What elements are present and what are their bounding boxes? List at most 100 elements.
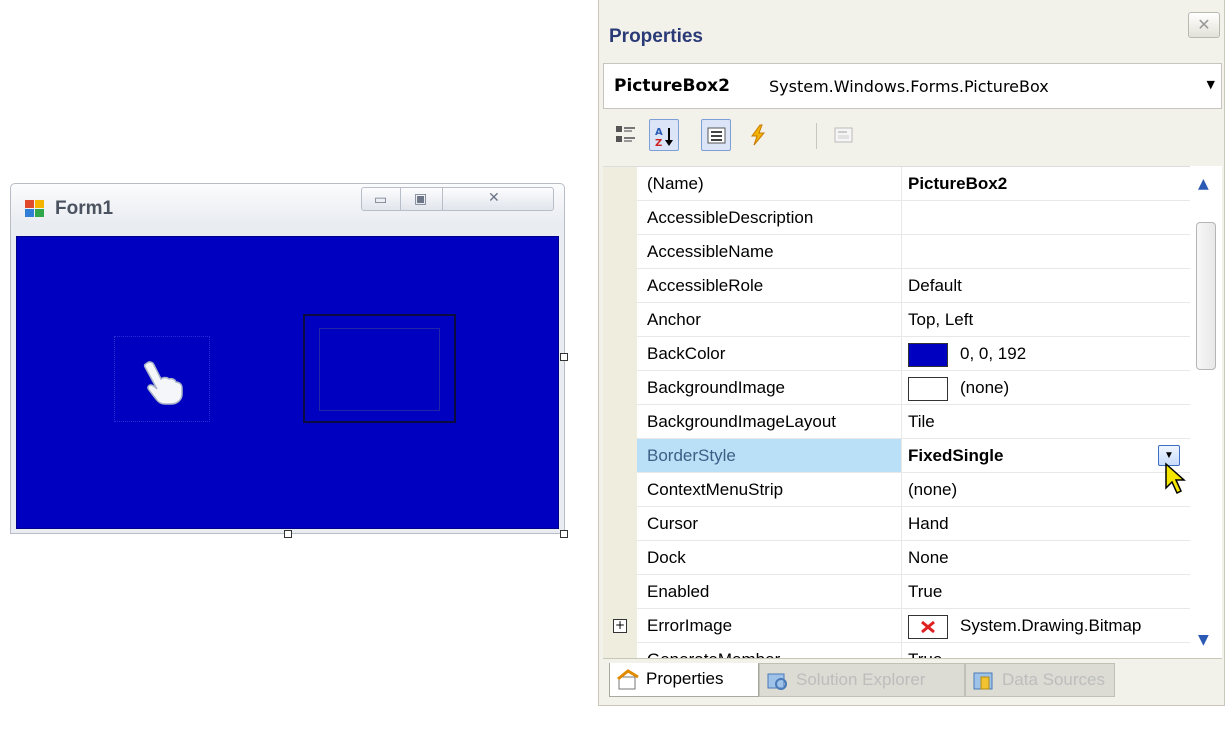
properties-view-button[interactable] [701,119,731,151]
close-button[interactable]: ✕ [442,187,554,211]
property-row[interactable]: Enabled True [603,575,1190,609]
solution-explorer-icon [767,673,787,690]
scroll-down-arrow-icon[interactable]: ▼ [1198,632,1209,648]
property-value-text: Top, Left [908,310,974,329]
property-value[interactable]: Default [902,269,1190,303]
expand-icon[interactable]: + [613,619,627,633]
minimize-button[interactable]: ▭ [361,187,401,211]
resize-handle-bottom[interactable] [284,530,292,538]
property-name: (Name) [637,167,902,201]
tab-properties[interactable]: Properties [609,663,759,697]
property-name: GenerateMember [637,643,902,658]
panel-tabs: Properties Solution Explorer Data Source… [603,658,1222,704]
property-row[interactable]: AccessibleDescription [603,201,1190,235]
property-name: Dock [637,541,902,575]
scrollbar-thumb[interactable] [1196,222,1216,370]
property-grid: (Name) PictureBox2 AccessibleDescription Ac… [603,166,1190,658]
tab-solution-explorer[interactable]: Solution Explorer [759,663,965,697]
categorized-button[interactable] [611,119,641,151]
properties-panel: Properties ✕ PictureBox2 System.Windows.… [598,0,1225,706]
form1-client-area[interactable] [16,236,559,529]
property-value[interactable]: FixedSingle ▼ [902,439,1190,473]
property-value-text: None [908,548,949,567]
property-value[interactable]: 0, 0, 192 [902,337,1190,371]
events-button[interactable] [743,119,773,151]
property-value[interactable]: Hand [902,507,1190,541]
property-value[interactable] [902,201,1190,235]
svg-text:Z: Z [655,138,662,149]
property-value[interactable]: (none) [902,473,1190,507]
mouse-pointer-icon [1165,462,1186,495]
form-icon [25,200,44,217]
property-name: ContextMenuStrip [637,473,902,507]
property-value-text: System.Drawing.Bitmap [960,616,1142,635]
property-value-text: Hand [908,514,949,533]
property-value-text: True [908,582,943,601]
property-value[interactable] [902,235,1190,269]
alphabetical-button[interactable]: A Z [649,119,679,151]
property-row[interactable]: BackgroundImageLayout Tile [603,405,1190,439]
property-name: AccessibleRole [637,269,902,303]
property-row[interactable]: Cursor Hand [603,507,1190,541]
close-icon: ✕ [488,190,500,206]
property-pages-icon [707,127,726,144]
property-row[interactable]: BackColor 0, 0, 192 [603,337,1190,371]
property-value[interactable]: None [902,541,1190,575]
scroll-up-arrow-icon[interactable]: ▲ [1198,176,1209,192]
property-name: ErrorImage [637,609,902,643]
toolbar-separator [816,123,817,149]
property-value-text: (none) [908,480,958,499]
properties-title: Properties [609,26,703,47]
property-value[interactable]: System.Drawing.Bitmap [902,609,1190,643]
property-name: BackgroundImageLayout [637,405,902,439]
property-name: AccessibleName [637,235,902,269]
property-name: Enabled [637,575,902,609]
form1-title: Form1 [55,198,114,219]
property-row[interactable]: (Name) PictureBox2 [603,167,1190,201]
property-row[interactable]: Dock None [603,541,1190,575]
property-name: BackgroundImage [637,371,902,405]
property-value[interactable]: (none) [902,371,1190,405]
property-value[interactable]: True [902,575,1190,609]
property-row[interactable]: AccessibleRole Default [603,269,1190,303]
tab-properties-label: Properties [646,669,724,688]
color-swatch [908,342,948,367]
close-icon: ✕ [1197,15,1211,34]
property-value-text: 0, 0, 192 [960,344,1027,363]
properties-toolbar: A Z [603,115,1222,159]
property-pages-button[interactable] [829,119,859,151]
property-row[interactable]: ContextMenuStrip (none) [603,473,1190,507]
property-value[interactable]: Tile [902,405,1190,439]
lightning-icon [751,124,766,146]
property-row[interactable]: Anchor Top, Left [603,303,1190,337]
tab-data-sources-label: Data Sources [1002,670,1105,689]
chevron-down-icon: ▼ [1206,78,1215,91]
property-value-text: FixedSingle [908,446,1004,465]
properties-tab-icon [617,669,639,690]
maximize-button[interactable]: ▣ [400,187,443,211]
property-value[interactable]: Top, Left [902,303,1190,337]
property-value-text: Default [908,276,962,295]
property-row[interactable]: + ErrorImage System.Drawing.Bitmap [603,609,1190,643]
property-grid-scrollbar[interactable]: ▲ ▼ [1190,166,1222,658]
tab-data-sources[interactable]: Data Sources [965,663,1115,697]
svg-text:A: A [655,127,663,138]
resize-handle-corner[interactable] [560,530,568,538]
picturebox1[interactable] [114,336,210,422]
color-swatch [908,376,948,401]
property-row[interactable]: BorderStyle FixedSingle ▼ [603,439,1190,473]
property-pages-icon [834,127,853,143]
property-value[interactable]: True [902,643,1190,658]
property-row[interactable]: BackgroundImage (none) [603,371,1190,405]
minimize-icon: ▭ [374,192,388,208]
object-selector[interactable]: PictureBox2 System.Windows.Forms.Picture… [603,63,1222,109]
sort-az-icon: A Z [655,127,673,149]
property-row[interactable]: GenerateMember True [603,643,1190,658]
picturebox2[interactable] [303,314,456,423]
property-value[interactable]: PictureBox2 [902,167,1190,201]
resize-handle-right[interactable] [560,353,568,361]
properties-close-button[interactable]: ✕ [1188,12,1220,38]
object-name: PictureBox2 [614,76,730,96]
property-row[interactable]: AccessibleName [603,235,1190,269]
object-type: System.Windows.Forms.PictureBox [769,77,1049,96]
